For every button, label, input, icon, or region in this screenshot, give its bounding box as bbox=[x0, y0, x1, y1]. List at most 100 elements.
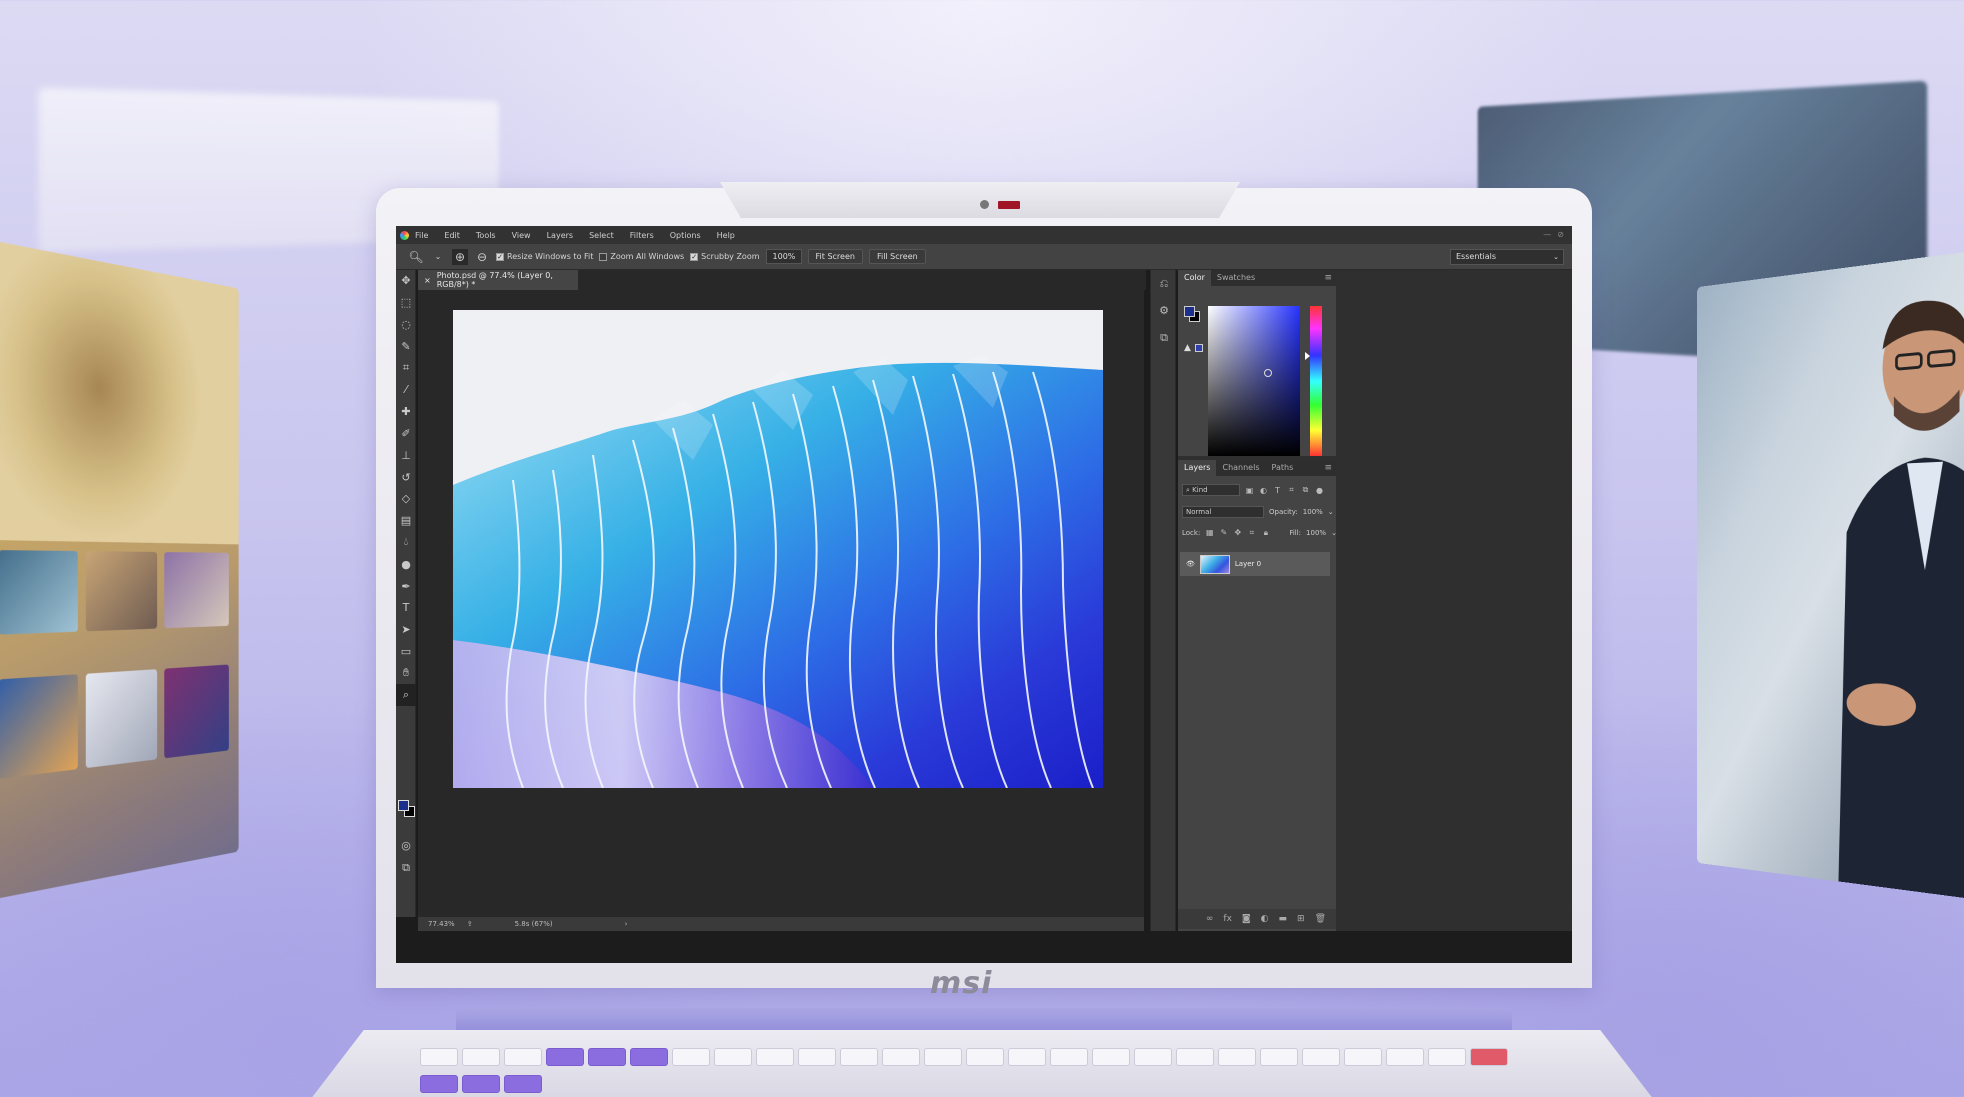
close-icon[interactable]: ⊘ bbox=[1557, 230, 1564, 239]
menu-select[interactable]: Select bbox=[589, 231, 614, 240]
document-tab[interactable]: × Photo.psd @ 77.4% (Layer 0, RGB/8*) * bbox=[418, 270, 578, 290]
zoom-all-windows-checkbox[interactable]: Zoom All Windows bbox=[599, 252, 684, 261]
lock-all-icon[interactable]: 🔒︎ bbox=[1261, 528, 1270, 537]
scrubby-zoom-checkbox[interactable]: ✓ Scrubby Zoom bbox=[690, 252, 759, 261]
adjustments-panel-icon[interactable]: ⚙︎ bbox=[1151, 297, 1177, 324]
tab-paths[interactable]: Paths bbox=[1266, 460, 1300, 476]
document-canvas[interactable] bbox=[453, 310, 1103, 788]
panel-menu-icon[interactable]: ≡ bbox=[1320, 270, 1336, 286]
fill-screen-button[interactable]: Fill Screen bbox=[869, 249, 926, 264]
lock-position-icon[interactable]: ✥ bbox=[1233, 528, 1242, 537]
path-select-tool-icon[interactable]: ➤ bbox=[396, 619, 416, 641]
quick-select-tool-icon[interactable]: ✎ bbox=[396, 335, 416, 357]
zoom-level-readout[interactable]: 77.43% bbox=[428, 920, 455, 928]
eyedropper-tool-icon[interactable]: ⁄ bbox=[396, 379, 416, 401]
eraser-tool-icon[interactable]: ◇ bbox=[396, 488, 416, 510]
dodge-tool-icon[interactable]: ● bbox=[396, 553, 416, 575]
rectangle-tool-icon[interactable]: ▭ bbox=[396, 641, 416, 663]
move-tool-icon[interactable]: ✥ bbox=[396, 270, 416, 292]
blur-tool-icon[interactable]: 💧︎ bbox=[396, 532, 416, 554]
minimize-icon[interactable]: — bbox=[1543, 230, 1551, 239]
menu-tools[interactable]: Tools bbox=[476, 231, 496, 240]
filter-toggle-icon[interactable]: ● bbox=[1315, 486, 1324, 495]
layer-kind-filter[interactable]: ⌕ Kind bbox=[1182, 484, 1240, 496]
adjustment-layer-icon[interactable]: ◐ bbox=[1261, 914, 1269, 924]
layer-name[interactable]: Layer 0 bbox=[1235, 560, 1261, 568]
close-tab-icon[interactable]: × bbox=[424, 276, 431, 285]
tab-channels[interactable]: Channels bbox=[1216, 460, 1265, 476]
menu-file[interactable]: File bbox=[415, 231, 428, 240]
menu-layers[interactable]: Layers bbox=[547, 231, 573, 240]
screen-mode-icon[interactable]: ⧉ bbox=[396, 857, 416, 879]
media-thumbnail[interactable] bbox=[86, 551, 157, 631]
lock-transparent-icon[interactable]: ▦ bbox=[1205, 528, 1214, 537]
quick-mask-icon[interactable]: ◎ bbox=[396, 835, 416, 857]
new-group-icon[interactable]: ▬ bbox=[1279, 914, 1288, 924]
filter-shape-icon[interactable]: ⌗ bbox=[1287, 486, 1296, 495]
color-swatches[interactable] bbox=[398, 800, 414, 816]
gamut-color-swatch[interactable] bbox=[1195, 344, 1203, 352]
media-thumbnail[interactable] bbox=[0, 674, 78, 779]
pen-tool-icon[interactable]: ✒ bbox=[396, 575, 416, 597]
clone-stamp-tool-icon[interactable]: ⊥ bbox=[396, 444, 416, 466]
menu-options[interactable]: Options bbox=[670, 231, 701, 240]
fit-screen-button[interactable]: Fit Screen bbox=[808, 249, 863, 264]
lasso-tool-icon[interactable]: ◌ bbox=[396, 314, 416, 336]
canvas-area[interactable] bbox=[418, 290, 1144, 917]
layer-style-icon[interactable]: fx bbox=[1223, 914, 1232, 924]
foreground-color-swatch[interactable] bbox=[1184, 306, 1195, 317]
filter-adjustment-icon[interactable]: ◐ bbox=[1259, 486, 1268, 495]
panel-menu-icon[interactable]: ≡ bbox=[1320, 460, 1336, 476]
menu-filters[interactable]: Filters bbox=[630, 231, 654, 240]
fill-value[interactable]: 100% bbox=[1306, 529, 1326, 537]
chevron-down-icon[interactable]: ⌄ bbox=[1331, 529, 1337, 537]
lock-artboard-icon[interactable]: ⌗ bbox=[1247, 528, 1256, 537]
link-layers-icon[interactable]: ∞ bbox=[1206, 914, 1214, 924]
media-thumbnail[interactable] bbox=[86, 669, 157, 768]
healing-brush-tool-icon[interactable]: ✚ bbox=[396, 401, 416, 423]
hue-slider[interactable] bbox=[1310, 306, 1322, 456]
add-mask-icon[interactable]: ◙ bbox=[1242, 914, 1251, 924]
chevron-down-icon[interactable]: ⌄ bbox=[1328, 508, 1334, 516]
filter-pixel-icon[interactable]: ▣ bbox=[1245, 486, 1254, 495]
hand-tool-icon[interactable]: ✋︎ bbox=[396, 662, 416, 684]
hue-slider-handle[interactable] bbox=[1305, 352, 1310, 360]
menu-view[interactable]: View bbox=[512, 231, 531, 240]
properties-panel-icon[interactable]: ⧉ bbox=[1151, 324, 1177, 351]
resize-windows-checkbox[interactable]: ✓ Resize Windows to Fit bbox=[496, 252, 593, 261]
media-thumbnail[interactable] bbox=[164, 664, 229, 758]
lock-pixels-icon[interactable]: ✎ bbox=[1219, 528, 1228, 537]
layer-row[interactable]: 👁︎ Layer 0 bbox=[1180, 552, 1330, 576]
tab-color[interactable]: Color bbox=[1178, 270, 1211, 286]
zoom-percent-field[interactable]: 100% bbox=[766, 249, 802, 264]
foreground-color-swatch[interactable] bbox=[398, 800, 409, 811]
filter-type-icon[interactable]: T bbox=[1273, 486, 1282, 495]
type-tool-icon[interactable]: T bbox=[396, 597, 416, 619]
export-icon[interactable]: ⇪ bbox=[467, 920, 473, 928]
tab-swatches[interactable]: Swatches bbox=[1211, 270, 1261, 286]
menu-help[interactable]: Help bbox=[717, 231, 735, 240]
zoom-out-icon[interactable]: ⊖ bbox=[474, 249, 490, 265]
zoom-in-icon[interactable]: ⊕ bbox=[452, 249, 468, 265]
chevron-right-icon[interactable]: › bbox=[625, 920, 628, 928]
color-picker-field[interactable] bbox=[1208, 306, 1300, 456]
color-picker-cursor[interactable] bbox=[1264, 369, 1272, 377]
tab-layers[interactable]: Layers bbox=[1178, 460, 1216, 476]
filter-smart-object-icon[interactable]: ⧉ bbox=[1301, 486, 1310, 495]
history-brush-tool-icon[interactable]: ↺ bbox=[396, 466, 416, 488]
blend-mode-select[interactable]: Normal bbox=[1182, 506, 1264, 518]
crop-tool-icon[interactable]: ⌗ bbox=[396, 357, 416, 379]
workspace-select[interactable]: Essentials ⌄ bbox=[1450, 249, 1564, 265]
zoom-tool-icon[interactable]: ⌕ bbox=[396, 684, 416, 706]
menu-edit[interactable]: Edit bbox=[444, 231, 460, 240]
gradient-tool-icon[interactable]: ▤ bbox=[396, 510, 416, 532]
trash-icon[interactable]: 🗑︎ bbox=[1315, 914, 1326, 924]
opacity-value[interactable]: 100% bbox=[1303, 508, 1323, 516]
history-panel-icon[interactable]: ⎌ bbox=[1151, 270, 1177, 297]
marquee-tool-icon[interactable]: ⬚ bbox=[396, 292, 416, 314]
eye-icon[interactable]: 👁︎ bbox=[1186, 560, 1195, 568]
brush-tool-icon[interactable]: ✐ bbox=[396, 423, 416, 445]
chevron-down-icon[interactable]: ⌄ bbox=[430, 249, 446, 265]
new-layer-icon[interactable]: ⊞ bbox=[1297, 914, 1305, 924]
media-thumbnail[interactable] bbox=[164, 552, 229, 628]
